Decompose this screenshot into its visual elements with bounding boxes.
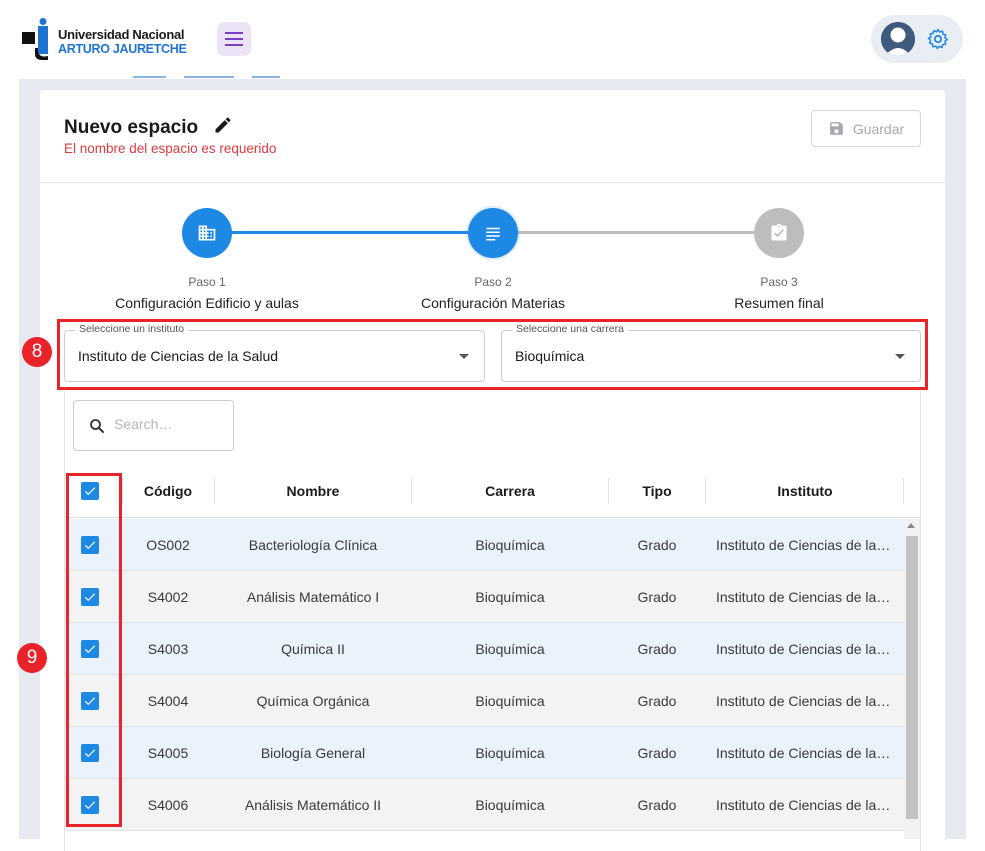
step-1-name: Configuración Edificio y aulas [115,295,299,311]
step-3-name: Resumen final [734,295,824,311]
cell-name: Análisis Matemático II [244,797,382,813]
cell-code: S4006 [147,797,189,813]
avatar[interactable] [881,22,915,56]
clipboard-check-icon [771,223,787,241]
table-row[interactable]: S4002 Análisis Matemático I Bioquímica G… [65,571,904,623]
cell-type: Grado [637,797,677,813]
cell-career: Bioquímica [475,693,545,709]
column-header-name[interactable]: Nombre [215,483,411,499]
cell-career: Bioquímica [475,745,545,761]
cell-institute: Instituto de Ciencias de la Salud [716,693,893,709]
step-2-number: Paso 2 [474,275,512,289]
annotation-badge-9: 9 [17,643,47,673]
breadcrumb-link[interactable] [252,76,280,78]
logo-mark-icon [22,18,48,60]
save-button[interactable]: Guardar [811,110,921,147]
step-2-circle[interactable] [468,208,518,258]
cell-institute: Instituto de Ciencias de la Salud [716,797,893,813]
cell-institute: Instituto de Ciencias de la Salud [716,745,893,761]
breadcrumb-link[interactable] [133,76,166,78]
user-menu[interactable] [871,15,963,63]
cell-career: Bioquímica [475,797,545,813]
column-header-career[interactable]: Carrera [412,483,608,499]
cell-code: S4003 [147,641,189,657]
floppy-disk-icon [829,122,843,135]
list-icon [486,227,500,241]
building-icon [198,225,216,241]
breadcrumb [133,76,298,80]
table-row[interactable]: S4004 Química Orgánica Bioquímica Grado … [65,675,904,727]
university-logo[interactable]: Universidad Nacional ARTURO JAURETCHE [22,18,187,60]
cell-name: Biología General [260,745,366,761]
step-2-name: Configuración Materias [421,295,565,311]
table-row[interactable]: S4003 Química II Bioquímica Grado Instit… [65,623,904,675]
brand-line-2: ARTURO JAURETCHE [58,42,187,56]
filters-highlight-box [57,319,928,390]
checkboxes-highlight-box [66,473,122,827]
table-row[interactable]: S4005 Biología General Bioquímica Grado … [65,727,904,779]
cell-code: S4005 [147,745,189,761]
cell-name: Análisis Matemático I [246,589,380,605]
table-row[interactable]: S4006 Análisis Matemático II Bioquímica … [65,779,904,831]
step-3-circle[interactable] [754,208,804,258]
cell-name: Química Orgánica [256,693,370,709]
search-box[interactable] [73,400,234,451]
menu-button[interactable] [217,22,251,56]
name-required-error: El nombre del espacio es requerido [64,141,277,156]
scrollbar-thumb[interactable] [906,536,918,819]
gear-icon[interactable] [926,27,950,51]
column-separator [903,478,904,504]
scroll-up-arrow-icon[interactable] [907,523,915,528]
column-header-type[interactable]: Tipo [609,483,705,499]
cell-institute: Instituto de Ciencias de la Salud [716,641,893,657]
cell-type: Grado [637,745,677,761]
search-input[interactable] [114,416,224,432]
cell-code: S4002 [147,589,189,605]
cell-career: Bioquímica [475,589,545,605]
cell-career: Bioquímica [475,641,545,657]
cell-code: OS002 [146,537,190,553]
step-1-number: Paso 1 [188,275,226,289]
table-row[interactable]: OS002 Bacteriología Clínica Bioquímica G… [65,519,904,571]
cell-institute: Instituto de Ciencias de la Salud [716,589,893,605]
pencil-icon[interactable] [213,115,233,135]
brand-line-1: Universidad Nacional [58,27,185,42]
stepper-connector-pending [517,231,754,234]
cell-type: Grado [637,589,677,605]
cell-code: S4004 [147,693,189,709]
stepper-connector-done [231,231,468,234]
column-header-code[interactable]: Código [123,483,213,499]
column-header-institute[interactable]: Instituto [706,483,904,499]
breadcrumb-link[interactable] [184,76,234,78]
cell-name: Bacteriología Clínica [248,537,378,553]
top-bar: Universidad Nacional ARTURO JAURETCHE [0,0,985,79]
header-divider [40,182,945,183]
cell-institute: Instituto de Ciencias de la Salud [716,537,893,553]
cell-type: Grado [637,537,677,553]
search-icon [90,419,104,433]
step-3-number: Paso 3 [760,275,798,289]
hamburger-icon [225,32,243,46]
cell-name: Química II [281,641,345,657]
cell-type: Grado [637,693,677,709]
cell-career: Bioquímica [475,537,545,553]
save-button-label: Guardar [852,120,905,137]
page-title: Nuevo espacio [64,117,199,138]
table-header: Código Nombre Carrera Tipo Instituto [65,465,920,518]
annotation-badge-8: 8 [22,337,52,367]
cell-type: Grado [637,641,677,657]
user-silhouette-icon [881,22,915,56]
step-1-circle[interactable] [182,208,232,258]
